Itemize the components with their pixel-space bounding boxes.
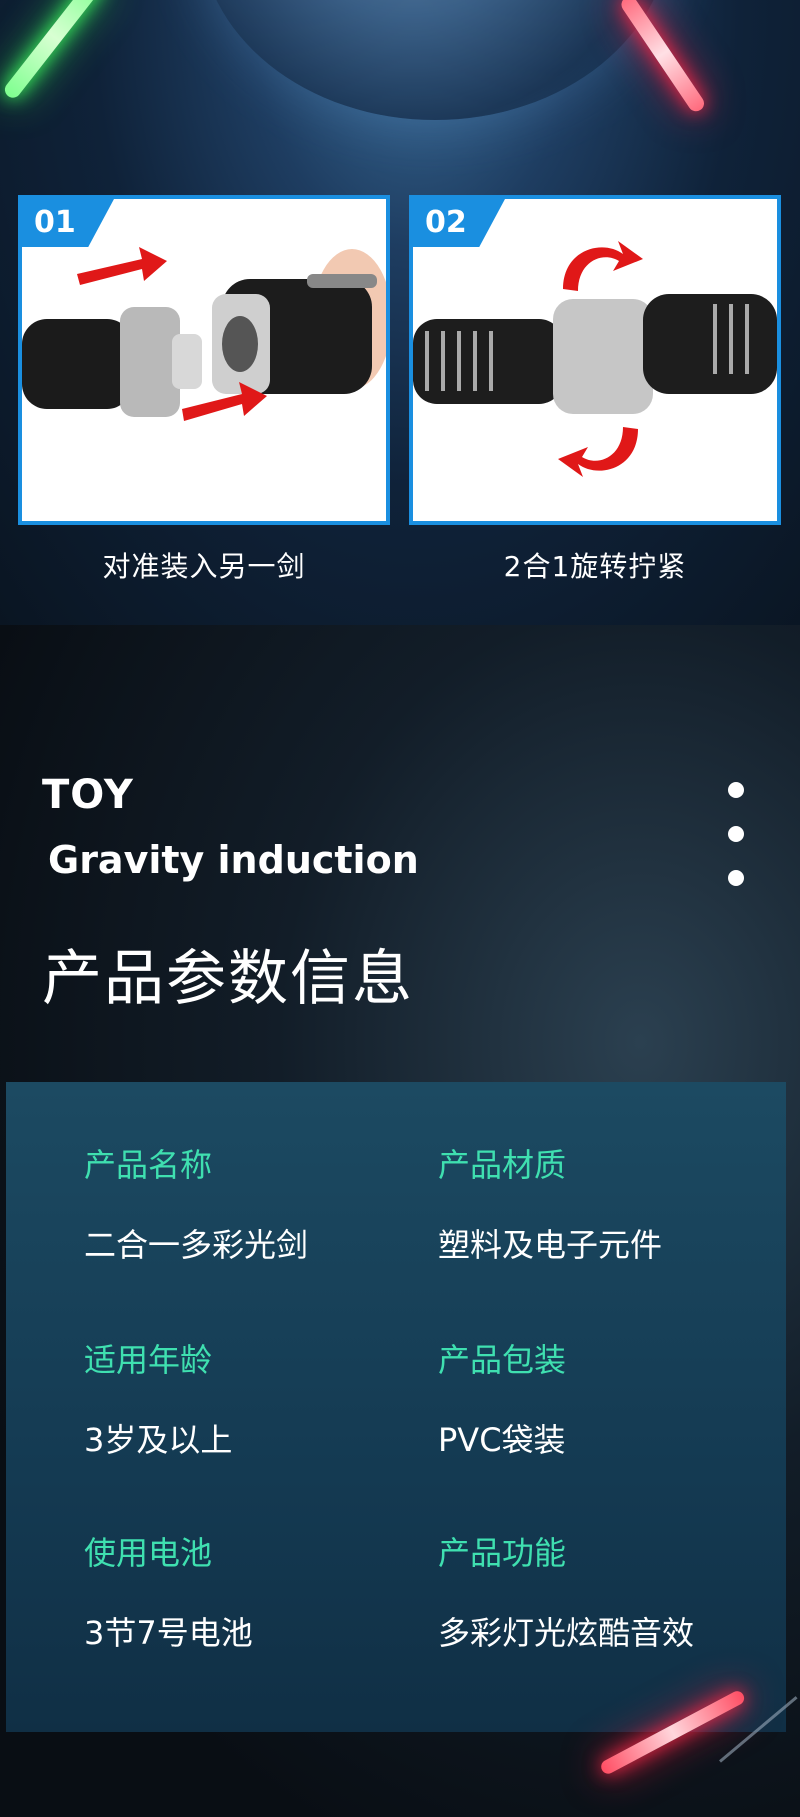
spec-item: 使用电池 3节7号电池	[84, 1528, 253, 1654]
step-image-01	[22, 199, 386, 521]
step-card-01: 01	[18, 195, 390, 525]
spec-item: 产品功能 多彩灯光炫酷音效	[438, 1528, 694, 1654]
spec-value: 3节7号电池	[84, 1614, 253, 1652]
subtitle-heading: Gravity induction	[48, 838, 419, 882]
step-card-02: 02	[409, 195, 781, 525]
saber-green-icon	[1, 0, 107, 101]
step-image-02	[413, 199, 777, 521]
page: 01 对准装入另一剑 02 2合1旋转拧紧 TOY Gravity induct…	[0, 0, 800, 1817]
spec-value: 塑料及电子元件	[438, 1226, 663, 1264]
dots-icon	[728, 782, 744, 914]
spec-label: 产品材质	[438, 1146, 567, 1184]
spec-value: PVC袋装	[438, 1421, 566, 1459]
spec-label: 使用电池	[84, 1534, 213, 1572]
hilt-assembly-image	[22, 247, 386, 421]
spec-label: 产品包装	[438, 1341, 567, 1379]
spec-item: 适用年龄 3岁及以上	[84, 1335, 232, 1461]
step-caption-01: 对准装入另一剑	[102, 550, 306, 583]
spec-value: 3岁及以上	[84, 1421, 233, 1459]
planet-image	[200, 0, 670, 120]
spec-label: 适用年龄	[84, 1341, 213, 1379]
spec-item: 产品名称 二合一多彩光剑	[84, 1140, 308, 1266]
spec-value: 二合一多彩光剑	[84, 1226, 309, 1264]
spec-label: 产品名称	[84, 1146, 213, 1184]
page-title: 产品参数信息	[42, 944, 414, 1014]
spec-item: 产品包装 PVC袋装	[438, 1335, 566, 1461]
rotate-arrow-icon	[563, 241, 643, 291]
spec-item: 产品材质 塑料及电子元件	[438, 1140, 662, 1266]
saber-red-icon	[618, 0, 708, 115]
step-caption-02: 2合1旋转拧紧	[503, 550, 687, 583]
hilt-joined-image	[413, 241, 777, 477]
toy-heading: TOY	[42, 772, 134, 818]
spec-value: 多彩灯光炫酷音效	[438, 1614, 695, 1652]
spec-label: 产品功能	[438, 1534, 567, 1572]
